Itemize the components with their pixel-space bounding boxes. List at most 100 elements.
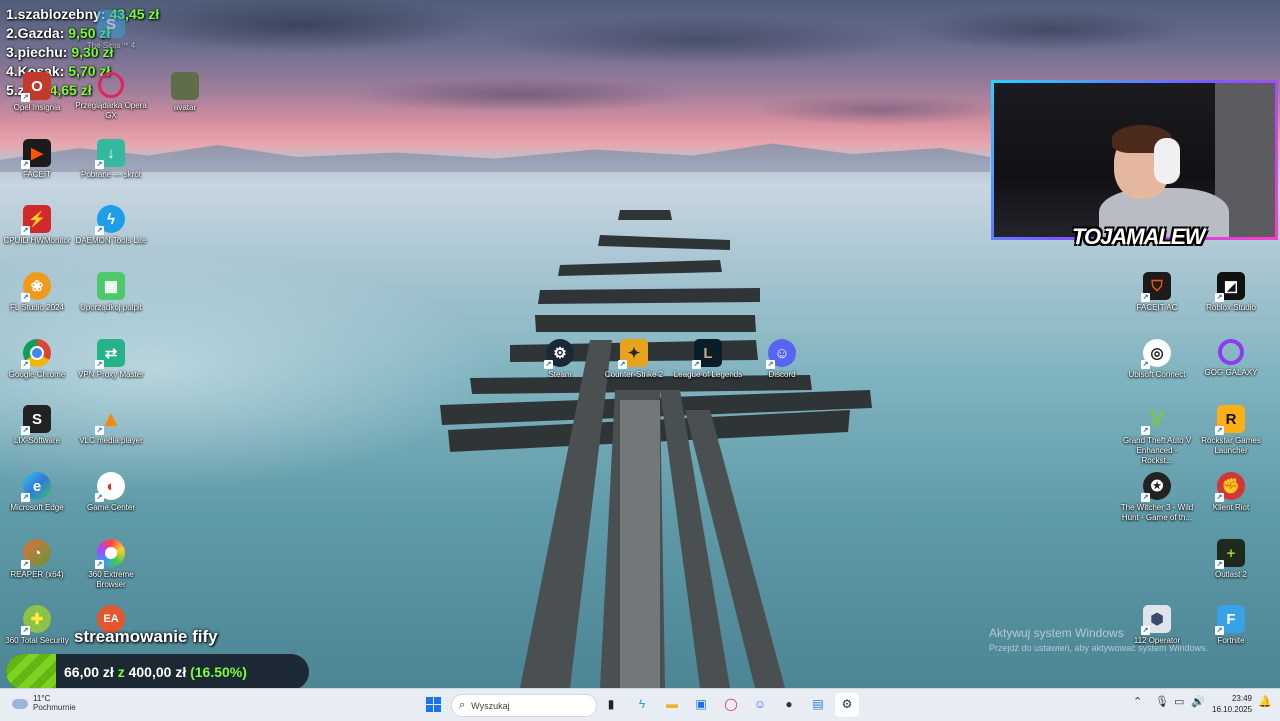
system-clock[interactable]: 23:49 16.10.2025 — [1212, 693, 1252, 715]
desktop-icon-gog[interactable]: GOG GALAXY — [1194, 339, 1268, 378]
counter-strike-icon: ✦ ↗ — [618, 339, 648, 369]
league-of-legends-icon: L ↗ — [692, 339, 722, 369]
windows-logo-icon — [425, 696, 441, 712]
downloads-folder-icon: ↓ ↗ — [95, 139, 125, 169]
goal-title: streamowanie fify — [74, 627, 218, 646]
desktop-icon-steam[interactable]: ⚙ ↗ Steam — [523, 339, 597, 380]
rockstar-icon: R ↗ — [1215, 405, 1245, 435]
organize-desktop-icon: ▦ — [97, 272, 125, 300]
discord-icon: ☺ — [753, 697, 767, 711]
desktop-icon-avatar[interactable]: avatar — [148, 72, 222, 113]
desktop-icon-gamecenter[interactable]: ◐ ↗ Game Center — [74, 472, 148, 513]
desktop-icon-rockstar[interactable]: R ↗ Rockstar Games Launcher — [1194, 405, 1268, 456]
taskbar: 11°C Pochmurnie ⌕ Wyszukaj ▮ ϟ ▬ ▣ ◯ ☺ ●… — [0, 688, 1280, 721]
desktop-icon-lix[interactable]: S ↗ LIX-Software — [0, 405, 74, 446]
image-file-icon — [171, 72, 199, 100]
chrome-icon: ↗ — [21, 339, 51, 369]
goal-progress-fill — [6, 654, 56, 690]
taskbar-app-generic[interactable]: ● — [778, 693, 800, 715]
steam-icon: ⚙ — [841, 697, 853, 711]
ubisoft-icon: ◎ ↗ — [1141, 339, 1171, 369]
opera-gx-icon — [98, 72, 124, 98]
chevron-up-icon[interactable]: ⌃ — [1133, 695, 1142, 708]
weather-widget[interactable]: 11°C Pochmurnie — [12, 694, 76, 713]
edge-icon: e ↗ — [21, 472, 51, 502]
faceit-icon: ▶ ↗ — [21, 139, 51, 169]
game-center-icon: ◐ ↗ — [95, 472, 125, 502]
search-icon: ⌕ — [459, 699, 466, 711]
roblox-studio-icon: ◩ ↗ — [1215, 272, 1245, 302]
vpn-icon: ⇄ ↗ — [95, 339, 125, 369]
desktop-icon-faceit[interactable]: ▶ ↗ FACEIT — [0, 139, 74, 180]
desktop-icon-chrome[interactable]: ↗ Google Chrome — [0, 339, 74, 380]
notification-bell-icon[interactable]: 🔔 — [1258, 695, 1272, 708]
outlast-icon: + ↗ — [1215, 539, 1245, 569]
desktop-icon-opera[interactable]: Przeglądarka Opera GX — [74, 72, 148, 121]
headset-icon — [1154, 138, 1180, 184]
app-icon: ● — [785, 697, 793, 711]
desktop-icon-riot[interactable]: ✊ ↗ Klient Riot — [1194, 472, 1268, 513]
desktop-icon-sims[interactable]: S The Sims™ 4 — [74, 10, 148, 51]
desktop-icon-cpuid[interactable]: ⚡ ↗ CPUID HWMonitor — [0, 205, 74, 246]
taskbar-opera[interactable]: ◯ — [720, 693, 742, 715]
gog-galaxy-icon — [1218, 339, 1244, 365]
desktop-icon-outlast[interactable]: + ↗ Outlast 2 — [1194, 539, 1268, 580]
reaper-icon: ◔ ↗ — [21, 539, 51, 569]
security-360-icon: ✚ ↗ — [21, 605, 51, 635]
desktop-icon-faceitac[interactable]: ⛉ ↗ FACEIT AC — [1120, 272, 1194, 313]
lix-icon: S ↗ — [21, 405, 51, 435]
desktop-icon-browser360[interactable]: ↗ 360 Extreme Browser — [74, 539, 148, 590]
taskbar-discord[interactable]: ☺ — [749, 693, 771, 715]
fl-studio-icon: ❀ ↗ — [21, 272, 51, 302]
folder-icon: ▬ — [666, 697, 678, 711]
desktop-icon-discord[interactable]: ☺ ↗ Discord — [745, 339, 819, 380]
desktop-icon-security360[interactable]: ✚ ↗ 360 Total Security — [0, 605, 74, 646]
desktop-icon-uporzadkuj[interactable]: ▦ Uporządkuj pulpit — [74, 272, 148, 313]
desktop-icon-ubisoft[interactable]: ◎ ↗ Ubisoft Connect — [1120, 339, 1194, 380]
taskbar-steam[interactable]: ⚙ — [836, 693, 858, 715]
desktop-icon-lol[interactable]: L ↗ League of Legends — [671, 339, 745, 380]
sims-icon: S — [97, 10, 125, 38]
taskbar-search[interactable]: ⌕ Wyszukaj — [451, 694, 597, 717]
cloud-icon — [12, 698, 28, 709]
fortnite-icon: F ↗ — [1215, 605, 1245, 635]
wallpaper-pier — [440, 210, 872, 688]
desktop-icon-vpn[interactable]: ⇄ ↗ VPN Proxy Master — [74, 339, 148, 380]
taskbar-store[interactable]: ▣ — [690, 693, 712, 715]
desktop-icon-vlc[interactable]: ▲ ↗ VLC media player — [74, 405, 148, 446]
goal-progress-bar: 66,00 zł z 400,00 zł (16.50%) — [6, 654, 309, 690]
webcam-overlay — [991, 80, 1278, 240]
faceit-ac-icon: ⛉ ↗ — [1141, 272, 1171, 302]
goal-progress-text: 66,00 zł z 400,00 zł (16.50%) — [64, 664, 247, 680]
riot-icon: ✊ ↗ — [1215, 472, 1245, 502]
car-icon: O ↗ — [21, 72, 51, 102]
desktop-icon-pobrane[interactable]: ↓ ↗ Pobrane — skrót — [74, 139, 148, 180]
daemon-tools-icon: ϟ ↗ — [95, 205, 125, 235]
desktop-icon-reaper[interactable]: ◔ ↗ REAPER (x64) — [0, 539, 74, 580]
taskbar-file-explorer[interactable]: ▬ — [661, 693, 683, 715]
start-button[interactable] — [422, 693, 444, 715]
desktop-icon-gta[interactable]: V ↗ Grand Theft Auto V Enhanced - Rockst.… — [1120, 405, 1194, 466]
hwmonitor-icon: ⚡ ↗ — [21, 205, 51, 235]
opera-icon: ◯ — [724, 697, 738, 711]
taskbar-daemon[interactable]: ϟ — [631, 693, 653, 715]
microphone-icon[interactable]: 🎙 — [1155, 695, 1169, 708]
desktop-icon-cs2[interactable]: ✦ ↗ Counter-Strike 2 — [597, 339, 671, 380]
steam-icon: ⚙ ↗ — [544, 339, 574, 369]
discord-icon: ☺ ↗ — [766, 339, 796, 369]
daemon-tools-icon: ϟ — [638, 697, 646, 711]
taskbar-app-monitor[interactable]: ▤ — [807, 693, 829, 715]
store-icon: ▣ — [695, 697, 707, 711]
network-icon[interactable]: ▭ — [1174, 695, 1184, 708]
witcher-icon: ✪ ↗ — [1141, 472, 1171, 502]
volume-icon[interactable]: 🔊 — [1191, 695, 1205, 708]
task-view-button[interactable]: ▮ — [600, 693, 622, 715]
desktop-icon-roblox[interactable]: ◩ ↗ Roblox Studio — [1194, 272, 1268, 313]
desktop-icon-flstudio[interactable]: ❀ ↗ FL Studio 2024 — [0, 272, 74, 313]
desktop-icon-edge[interactable]: e ↗ Microsoft Edge — [0, 472, 74, 513]
monitor-icon: ▤ — [812, 697, 824, 711]
gta-icon: V ↗ — [1141, 406, 1165, 435]
desktop-icon-daemon[interactable]: ϟ ↗ DAEMON Tools Lite — [74, 205, 148, 246]
desktop-icon-witcher[interactable]: ✪ ↗ The Witcher 3 - Wild Hunt - Game of t… — [1120, 472, 1194, 523]
desktop-icon-opel[interactable]: O ↗ Opel Insignia — [0, 72, 74, 113]
